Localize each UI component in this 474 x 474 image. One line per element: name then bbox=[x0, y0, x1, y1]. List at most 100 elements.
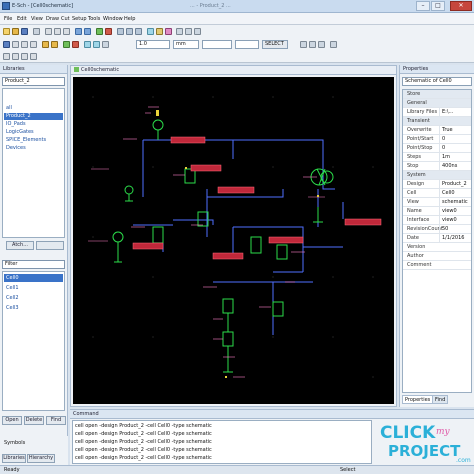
prop-row[interactable]: Version bbox=[403, 243, 471, 252]
library-item[interactable]: LogicGates bbox=[4, 129, 63, 136]
zoom-field[interactable]: 1.0 bbox=[136, 40, 170, 49]
view-icon[interactable] bbox=[309, 41, 316, 48]
zoom-out-icon[interactable] bbox=[126, 28, 133, 35]
prop-row[interactable]: View schematic bbox=[403, 198, 471, 207]
prop-row[interactable]: Cell Cell0 bbox=[403, 189, 471, 198]
menu-tools[interactable]: Tools bbox=[88, 16, 100, 22]
library-item[interactable]: all bbox=[4, 105, 63, 112]
menu-window[interactable]: Window bbox=[103, 16, 123, 22]
print-icon[interactable] bbox=[33, 28, 40, 35]
cell-item[interactable]: Cell1 bbox=[4, 284, 63, 292]
waveform-icon[interactable] bbox=[93, 41, 100, 48]
run-icon[interactable] bbox=[96, 28, 103, 35]
text-icon[interactable] bbox=[194, 28, 201, 35]
prop-row[interactable]: Interface view0 bbox=[403, 216, 471, 225]
select-arrow-icon[interactable] bbox=[3, 41, 10, 48]
units-field[interactable]: mm bbox=[173, 40, 199, 49]
select-button[interactable]: SELECT bbox=[262, 40, 288, 49]
stop-icon[interactable] bbox=[105, 28, 112, 35]
menu-cut[interactable]: Cut bbox=[61, 16, 70, 22]
console-output[interactable]: cell open -design Product_2 -cell Cell0 … bbox=[72, 420, 372, 464]
menu-draw[interactable]: Draw bbox=[46, 16, 59, 22]
hierarchy-down-icon[interactable] bbox=[51, 41, 58, 48]
properties-subtitle[interactable]: Schematic of Cell0 bbox=[402, 77, 472, 86]
find-button[interactable]: Find bbox=[46, 416, 66, 425]
prop-group-store[interactable]: Store bbox=[403, 90, 471, 99]
prop-group-transient[interactable]: Transient bbox=[403, 117, 471, 126]
detach-button[interactable] bbox=[36, 241, 64, 250]
attach-button[interactable]: Atch... bbox=[6, 241, 34, 250]
prop-row[interactable]: Design Product_2 bbox=[403, 180, 471, 189]
zoom-in-icon[interactable] bbox=[117, 28, 124, 35]
prop-row[interactable]: Steps 1m bbox=[403, 153, 471, 162]
new-file-icon[interactable] bbox=[3, 28, 10, 35]
redo-icon[interactable] bbox=[84, 28, 91, 35]
library-item[interactable]: Devices bbox=[4, 145, 63, 152]
prop-row[interactable]: Author bbox=[403, 252, 471, 261]
schematic-canvas[interactable] bbox=[73, 77, 394, 404]
library-item-selected[interactable]: Product_2 bbox=[4, 113, 63, 120]
rotate-icon[interactable] bbox=[21, 41, 28, 48]
info-icon[interactable] bbox=[330, 41, 337, 48]
undo-icon[interactable] bbox=[75, 28, 82, 35]
schematic-drawing[interactable] bbox=[73, 77, 394, 404]
label-icon[interactable] bbox=[165, 28, 172, 35]
pin-icon[interactable] bbox=[185, 28, 192, 35]
layer-icon[interactable] bbox=[300, 41, 307, 48]
menu-help[interactable]: Help bbox=[124, 16, 135, 22]
schematic-tab[interactable]: Cell0schematic bbox=[71, 66, 396, 75]
properties-table[interactable]: Store General Library Files E:\... Transi… bbox=[402, 89, 472, 393]
prop-row[interactable]: Overwrite True bbox=[403, 126, 471, 135]
cell-item-selected[interactable]: Cell0 bbox=[4, 274, 63, 282]
menu-setup[interactable]: Setup bbox=[72, 16, 87, 22]
check-icon[interactable] bbox=[63, 41, 70, 48]
align-top-icon[interactable] bbox=[21, 53, 28, 60]
toolbar-field-4[interactable] bbox=[235, 40, 259, 49]
tab-hierarchy[interactable]: Hierarchy bbox=[27, 454, 55, 463]
menu-file[interactable]: File bbox=[4, 16, 12, 22]
prop-group-general[interactable]: General bbox=[403, 99, 471, 108]
library-item[interactable]: IO_Pads bbox=[4, 121, 63, 128]
align-right-icon[interactable] bbox=[12, 53, 19, 60]
prop-row[interactable]: Comment bbox=[403, 261, 471, 270]
prop-row[interactable]: Library Files E:\... bbox=[403, 108, 471, 117]
prop-row[interactable]: Point/Start 0 bbox=[403, 135, 471, 144]
filter-select[interactable]: Filter bbox=[2, 260, 65, 269]
library-list[interactable]: all Product_2 IO_Pads LogicGates SPICE_E… bbox=[2, 88, 65, 238]
prop-row[interactable]: Point/Stop 0 bbox=[403, 144, 471, 153]
prop-row[interactable]: Stop 400ns bbox=[403, 162, 471, 171]
tab-libraries[interactable]: Libraries bbox=[2, 454, 26, 463]
open-button[interactable]: Open bbox=[2, 416, 22, 425]
menu-view[interactable]: View bbox=[31, 16, 43, 22]
wire-icon[interactable] bbox=[156, 28, 163, 35]
cut-icon[interactable] bbox=[45, 28, 52, 35]
save-icon[interactable] bbox=[21, 28, 28, 35]
zoom-fit-icon[interactable] bbox=[135, 28, 142, 35]
tab-find[interactable]: Find bbox=[432, 395, 449, 404]
library-item[interactable]: SPICE_Elements bbox=[4, 137, 63, 144]
align-left-icon[interactable] bbox=[3, 53, 10, 60]
copy-icon[interactable] bbox=[54, 28, 61, 35]
toolbar-field-3[interactable] bbox=[202, 40, 232, 49]
cell-item[interactable]: Cell2 bbox=[4, 294, 63, 302]
probe-icon[interactable] bbox=[84, 41, 91, 48]
settings-icon[interactable] bbox=[102, 41, 109, 48]
delete-button[interactable]: Delete bbox=[24, 416, 44, 425]
close-button[interactable]: ✕ bbox=[450, 1, 472, 11]
instance-icon[interactable] bbox=[176, 28, 183, 35]
library-select[interactable]: Product_2 bbox=[2, 77, 65, 86]
menu-edit[interactable]: Edit bbox=[17, 16, 27, 22]
maximize-button[interactable]: □ bbox=[431, 1, 445, 11]
prop-row[interactable]: RevisionCount 50 bbox=[403, 225, 471, 234]
prop-row[interactable]: Name view0 bbox=[403, 207, 471, 216]
tab-properties[interactable]: Properties bbox=[402, 395, 434, 404]
move-icon[interactable] bbox=[12, 41, 19, 48]
error-icon[interactable] bbox=[72, 41, 79, 48]
paste-icon[interactable] bbox=[63, 28, 70, 35]
prop-group-system[interactable]: System bbox=[403, 171, 471, 180]
mirror-icon[interactable] bbox=[30, 41, 37, 48]
grid-icon[interactable] bbox=[147, 28, 154, 35]
refresh-icon[interactable] bbox=[318, 41, 325, 48]
minimize-button[interactable]: – bbox=[416, 1, 430, 11]
open-folder-icon[interactable] bbox=[12, 28, 19, 35]
